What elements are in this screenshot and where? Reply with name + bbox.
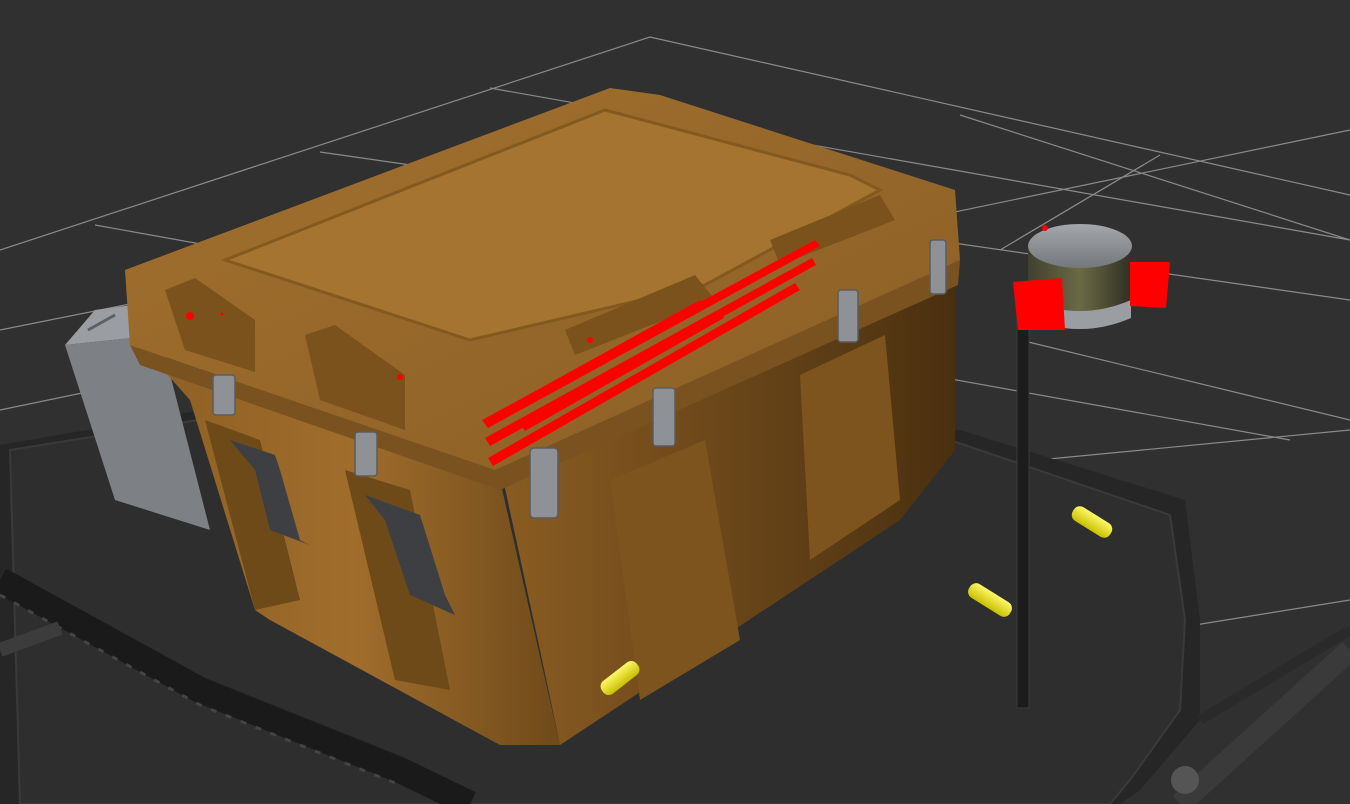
3d-viewport[interactable] [0,0,1350,804]
scene-render [0,36,1350,804]
